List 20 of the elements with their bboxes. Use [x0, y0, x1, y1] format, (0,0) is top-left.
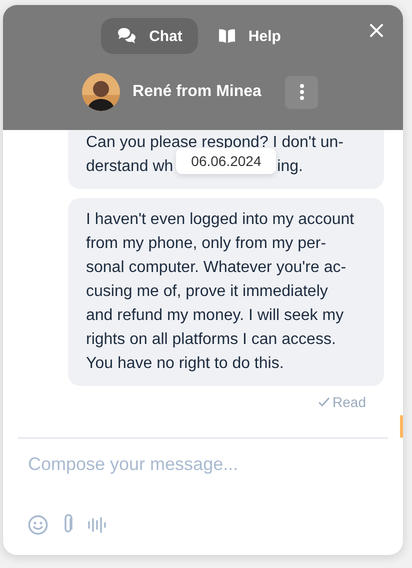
voice-icon[interactable]: [88, 516, 106, 532]
agent-name: René from Minea: [132, 83, 262, 101]
chat-icon: [117, 27, 138, 45]
more-button[interactable]: [285, 76, 318, 108]
close-button[interactable]: [370, 24, 383, 37]
read-status: Read: [332, 394, 366, 410]
tab[interactable]: Chat: [101, 18, 198, 54]
message-text: I haven't even logged into my account from my phone, only from my per- sonal computer. Whatever you're ac- cusing me of, prove it immediately and refund my money. I will seek my rights on all platforms I can access. You have no right to do this.: [86, 210, 356, 374]
more-icon: [300, 84, 304, 100]
message-input[interactable]: Compose your message...: [28, 451, 358, 477]
tab[interactable]: Help: [202, 18, 297, 54]
book-icon: [218, 28, 236, 44]
message-text: derstand wh: [86, 157, 174, 177]
date-tooltip: 06.06.2024: [176, 148, 276, 174]
scroll-marker: [400, 415, 403, 438]
close-icon: [370, 24, 383, 37]
attachment-icon[interactable]: [62, 514, 74, 535]
message-text: ing.: [277, 157, 303, 177]
emoji-icon[interactable]: [28, 514, 48, 534]
check-icon: [318, 397, 330, 407]
